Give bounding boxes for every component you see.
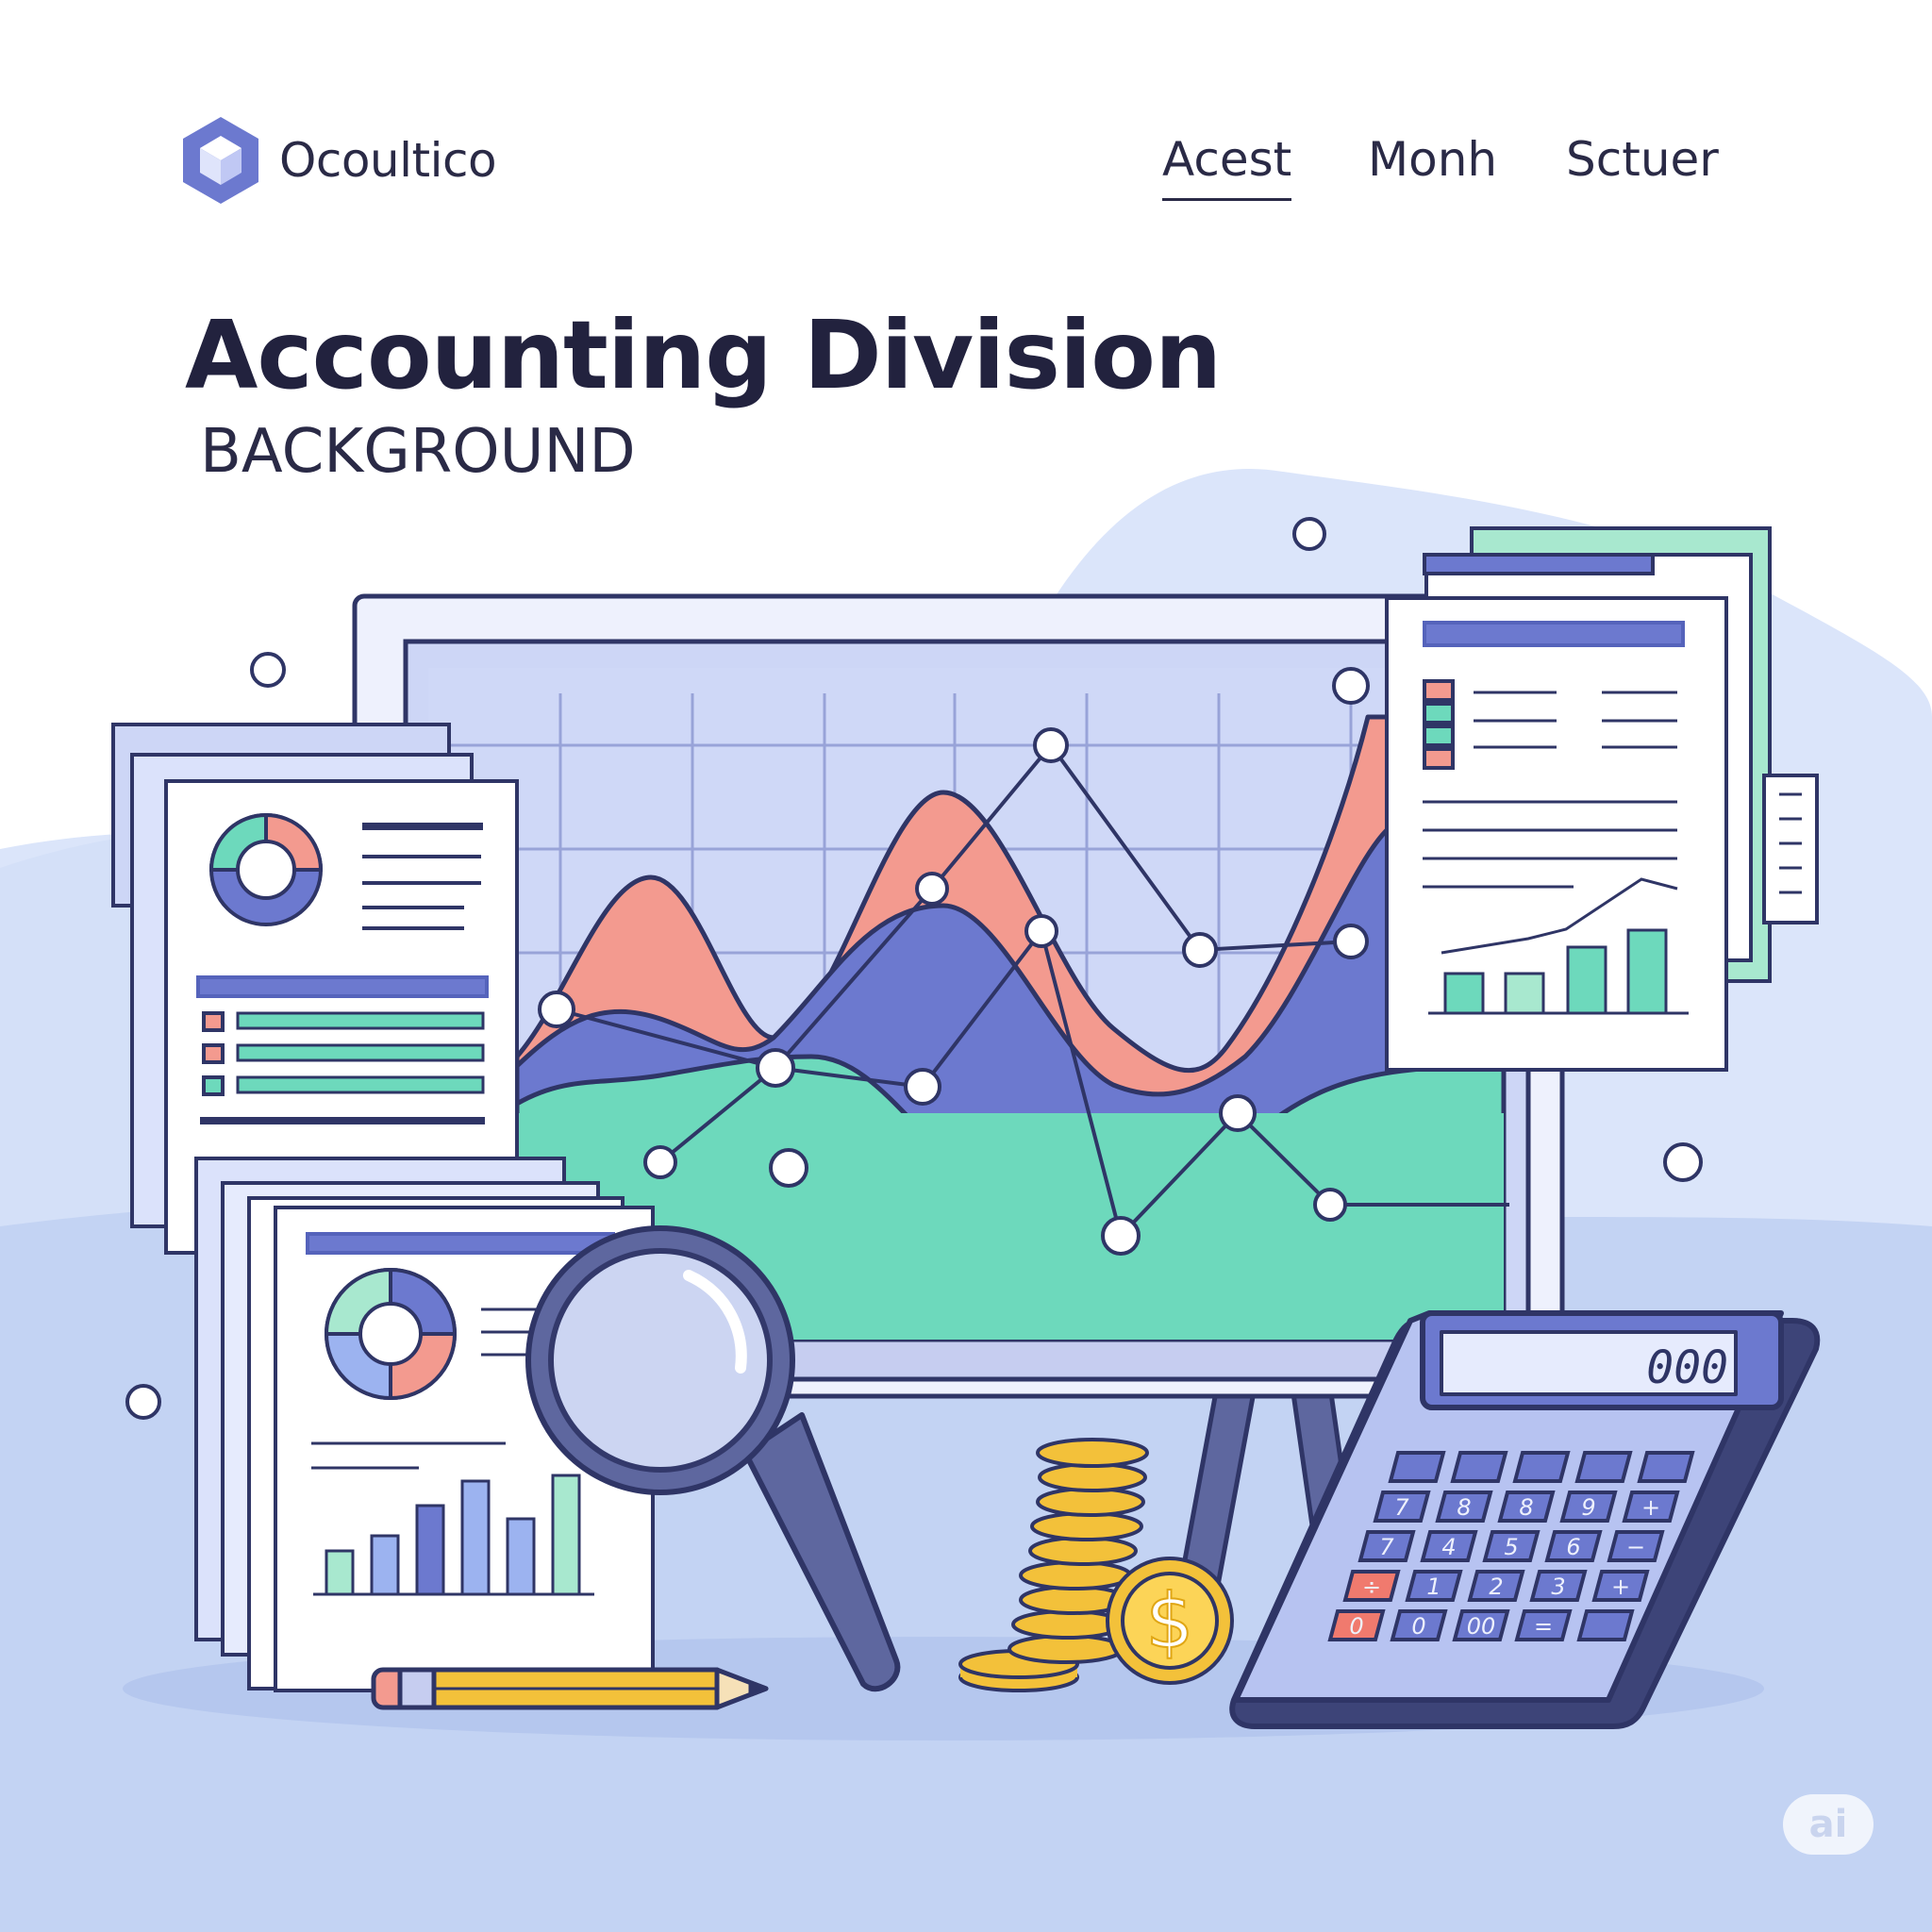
- calculator-key: [1574, 1451, 1633, 1483]
- calculator-key-label: ÷: [1362, 1574, 1381, 1600]
- calculator-display: 000: [1646, 1341, 1728, 1394]
- calculator-key-label: 0: [1411, 1613, 1425, 1640]
- nav-item-acest[interactable]: Acest: [1162, 132, 1292, 201]
- page-title: Accounting Division: [185, 300, 1222, 410]
- calculator-key-label: 4: [1441, 1534, 1456, 1560]
- calculator-key: [1450, 1451, 1508, 1483]
- nav-item-monh[interactable]: Monh: [1368, 132, 1497, 187]
- calculator-key-label: 7: [1379, 1534, 1394, 1560]
- dot-icon: [250, 652, 286, 688]
- calculator-key: [1637, 1451, 1695, 1483]
- pencil-icon: [371, 1667, 769, 1710]
- calculator-key-label: 00: [1467, 1613, 1496, 1640]
- calculator-key-label: 7: [1394, 1494, 1409, 1521]
- calculator-key-label: 3: [1551, 1574, 1565, 1600]
- calculator-key-label: +: [1641, 1494, 1660, 1521]
- calculator-key-label: 2: [1489, 1574, 1503, 1600]
- coin-symbol: $: [1146, 1577, 1194, 1665]
- calculator-key-label: =: [1534, 1613, 1553, 1640]
- calculator-key: [1576, 1609, 1635, 1641]
- calculator-key-label: 9: [1581, 1494, 1595, 1521]
- calculator-key-label: 6: [1566, 1534, 1580, 1560]
- calculator-key-label: −: [1626, 1534, 1645, 1560]
- calculator-key-label: +: [1611, 1574, 1630, 1600]
- calculator-key-label: 1: [1426, 1574, 1441, 1600]
- dot-icon: [1292, 517, 1326, 551]
- calculator-key: [1512, 1451, 1571, 1483]
- page-subtitle: BACKGROUND: [200, 417, 636, 487]
- ai-watermark: ai: [1783, 1794, 1874, 1855]
- dot-icon: [1663, 1142, 1703, 1182]
- calculator-key-label: 8: [1457, 1494, 1471, 1521]
- dot-icon: [125, 1384, 161, 1420]
- nav-item-sctuer[interactable]: Sctuer: [1566, 132, 1719, 187]
- main-nav: Acest Monh Sctuer: [0, 132, 1932, 208]
- calculator-key: [1388, 1451, 1446, 1483]
- calculator-key-label: 8: [1519, 1494, 1533, 1521]
- top-bar: Ocoultico Acest Monh Sctuer: [0, 0, 1932, 283]
- illustration-scene: $ 000 7 8 8 9 +7 4 5 6 −÷ 1 2 3 +0 0 00 =: [0, 468, 1932, 1932]
- calculator-key-label: 5: [1504, 1534, 1518, 1560]
- calculator-key-label: 0: [1349, 1613, 1363, 1640]
